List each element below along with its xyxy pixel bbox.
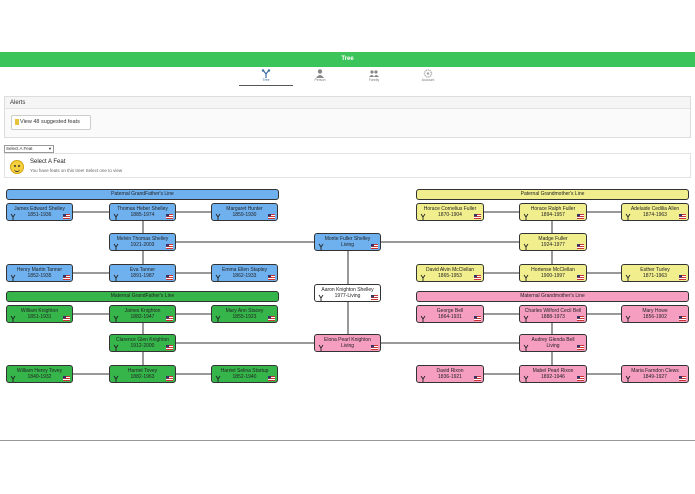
person-card[interactable]: David Alvin McClellan 1865-1953 — [416, 264, 484, 282]
country-flag-icon — [268, 376, 275, 381]
country-flag-icon — [63, 316, 70, 321]
tree-branch-icon[interactable] — [523, 315, 529, 322]
person-card[interactable]: Adelaide Cedilia Allen 1874-1963 — [621, 203, 689, 221]
person-card[interactable]: William Henry Tovey 1840-1932 — [6, 365, 73, 383]
tree-branch-icon[interactable] — [625, 375, 631, 382]
tree-branch-icon[interactable] — [420, 375, 426, 382]
tree-branch-icon[interactable] — [113, 375, 119, 382]
tree-branch-icon[interactable] — [10, 213, 16, 220]
country-flag-icon — [577, 345, 584, 350]
person-card[interactable]: Eva Tanner 1891-1987 — [109, 264, 176, 282]
tree-branch-icon[interactable] — [215, 315, 221, 322]
person-card[interactable]: Harriet Tovey 1882-1963 — [109, 365, 176, 383]
country-flag-icon — [166, 214, 173, 219]
tree-branch-icon[interactable] — [420, 274, 426, 281]
country-flag-icon — [679, 376, 686, 381]
country-flag-icon — [268, 275, 275, 280]
country-flag-icon — [679, 214, 686, 219]
person-card-father[interactable]: Monte Fuller Shelley Living — [314, 233, 381, 251]
country-flag-icon — [371, 244, 378, 249]
person-card[interactable]: Mary Howe 1856-1902 — [621, 305, 689, 323]
country-flag-icon — [63, 214, 70, 219]
person-card[interactable]: Madge Fuller 1924-1977 — [519, 233, 587, 251]
person-card[interactable]: Horace Cornelius Fuller 1870-1904 — [416, 203, 484, 221]
person-card[interactable]: James Knighton 1882-1947 — [109, 305, 176, 323]
country-flag-icon — [474, 376, 481, 381]
maternal-grandmother-line[interactable]: Maternal Grandmother's Line — [416, 291, 689, 302]
tree-branch-icon[interactable] — [10, 274, 16, 281]
person-card[interactable]: Mary Ann Stacey 1855-1923 — [211, 305, 278, 323]
person-card[interactable]: George Bell 1864-1931 — [416, 305, 484, 323]
person-card[interactable]: Maria Farndon Clews 1849-1927 — [621, 365, 689, 383]
country-flag-icon — [166, 376, 173, 381]
country-flag-icon — [577, 275, 584, 280]
tree-branch-icon[interactable] — [215, 274, 221, 281]
person-card[interactable]: Melvin Thomas Shelley 1921-2003 — [109, 233, 176, 251]
country-flag-icon — [577, 316, 584, 321]
tree-branch-icon[interactable] — [318, 294, 324, 301]
country-flag-icon — [166, 275, 173, 280]
person-card[interactable]: Thomas Heber Shelley 1885-1974 — [109, 203, 176, 221]
person-card[interactable]: Mabel Pearl Rixon 1892-1946 — [519, 365, 587, 383]
country-flag-icon — [577, 244, 584, 249]
tree-branch-icon[interactable] — [10, 315, 16, 322]
country-flag-icon — [166, 244, 173, 249]
tree-branch-icon[interactable] — [113, 274, 119, 281]
country-flag-icon — [166, 316, 173, 321]
country-flag-icon — [371, 345, 378, 350]
person-card[interactable]: William Knighton 1851-1931 — [6, 305, 73, 323]
tree-branch-icon[interactable] — [523, 274, 529, 281]
maternal-grandfather-line[interactable]: Maternal GrandFather's Line — [6, 291, 279, 302]
country-flag-icon — [474, 316, 481, 321]
tree-branch-icon[interactable] — [318, 344, 324, 351]
country-flag-icon — [268, 316, 275, 321]
tree-branch-icon[interactable] — [113, 315, 119, 322]
country-flag-icon — [577, 214, 584, 219]
tree-branch-icon[interactable] — [420, 213, 426, 220]
person-card[interactable]: Audrey Glenda Bell Living — [519, 334, 587, 352]
person-card-self[interactable]: Aaron Knighton Shelley 1977-Living — [314, 284, 381, 302]
person-card[interactable]: Esther Turley 1871-1963 — [621, 264, 689, 282]
person-card[interactable]: David Rixon 1836-1921 — [416, 365, 484, 383]
tree-branch-icon[interactable] — [523, 213, 529, 220]
country-flag-icon — [679, 316, 686, 321]
tree-branch-icon[interactable] — [625, 274, 631, 281]
country-flag-icon — [63, 376, 70, 381]
tree-branch-icon[interactable] — [113, 213, 119, 220]
tree-branch-icon[interactable] — [10, 375, 16, 382]
country-flag-icon — [268, 214, 275, 219]
person-card[interactable]: James Edward Shelley 1851-1936 — [6, 203, 73, 221]
tree-branch-icon[interactable] — [215, 375, 221, 382]
country-flag-icon — [166, 345, 173, 350]
country-flag-icon — [679, 275, 686, 280]
person-card[interactable]: Henry Martin Tanner 1852-1935 — [6, 264, 73, 282]
footer-divider — [0, 440, 695, 441]
person-card[interactable]: Harriet Selina Startup 1852-1940 — [211, 365, 278, 383]
country-flag-icon — [474, 214, 481, 219]
tree-branch-icon[interactable] — [113, 243, 119, 250]
country-flag-icon — [474, 275, 481, 280]
paternal-grandmother-line[interactable]: Paternal Grandmother's Line — [416, 189, 689, 200]
country-flag-icon — [63, 275, 70, 280]
person-card[interactable]: Emma Ellen Stapley 1862-1933 — [211, 264, 278, 282]
person-card[interactable]: Charles Wilford Cecil Bell 1888-1973 — [519, 305, 587, 323]
person-card[interactable]: Hortense McClellan 1900-1997 — [519, 264, 587, 282]
tree-branch-icon[interactable] — [523, 344, 529, 351]
country-flag-icon — [577, 376, 584, 381]
person-card[interactable]: Clarence Glen Knighton 1912-2000 — [109, 334, 176, 352]
tree-branch-icon[interactable] — [420, 315, 426, 322]
tree-branch-icon[interactable] — [625, 315, 631, 322]
person-card[interactable]: Margaret Hunter 1859-1930 — [211, 203, 278, 221]
person-card-mother[interactable]: Elona Pearl Knighton Living — [314, 334, 381, 352]
paternal-grandfather-line[interactable]: Paternal GrandFather's Line — [6, 189, 279, 200]
tree-branch-icon[interactable] — [523, 243, 529, 250]
tree-branch-icon[interactable] — [113, 344, 119, 351]
tree-branch-icon[interactable] — [318, 243, 324, 250]
country-flag-icon — [371, 295, 378, 300]
person-card[interactable]: Horace Ralph Fuller 1894-1957 — [519, 203, 587, 221]
tree-branch-icon[interactable] — [215, 213, 221, 220]
tree-branch-icon[interactable] — [523, 375, 529, 382]
tree-branch-icon[interactable] — [625, 213, 631, 220]
